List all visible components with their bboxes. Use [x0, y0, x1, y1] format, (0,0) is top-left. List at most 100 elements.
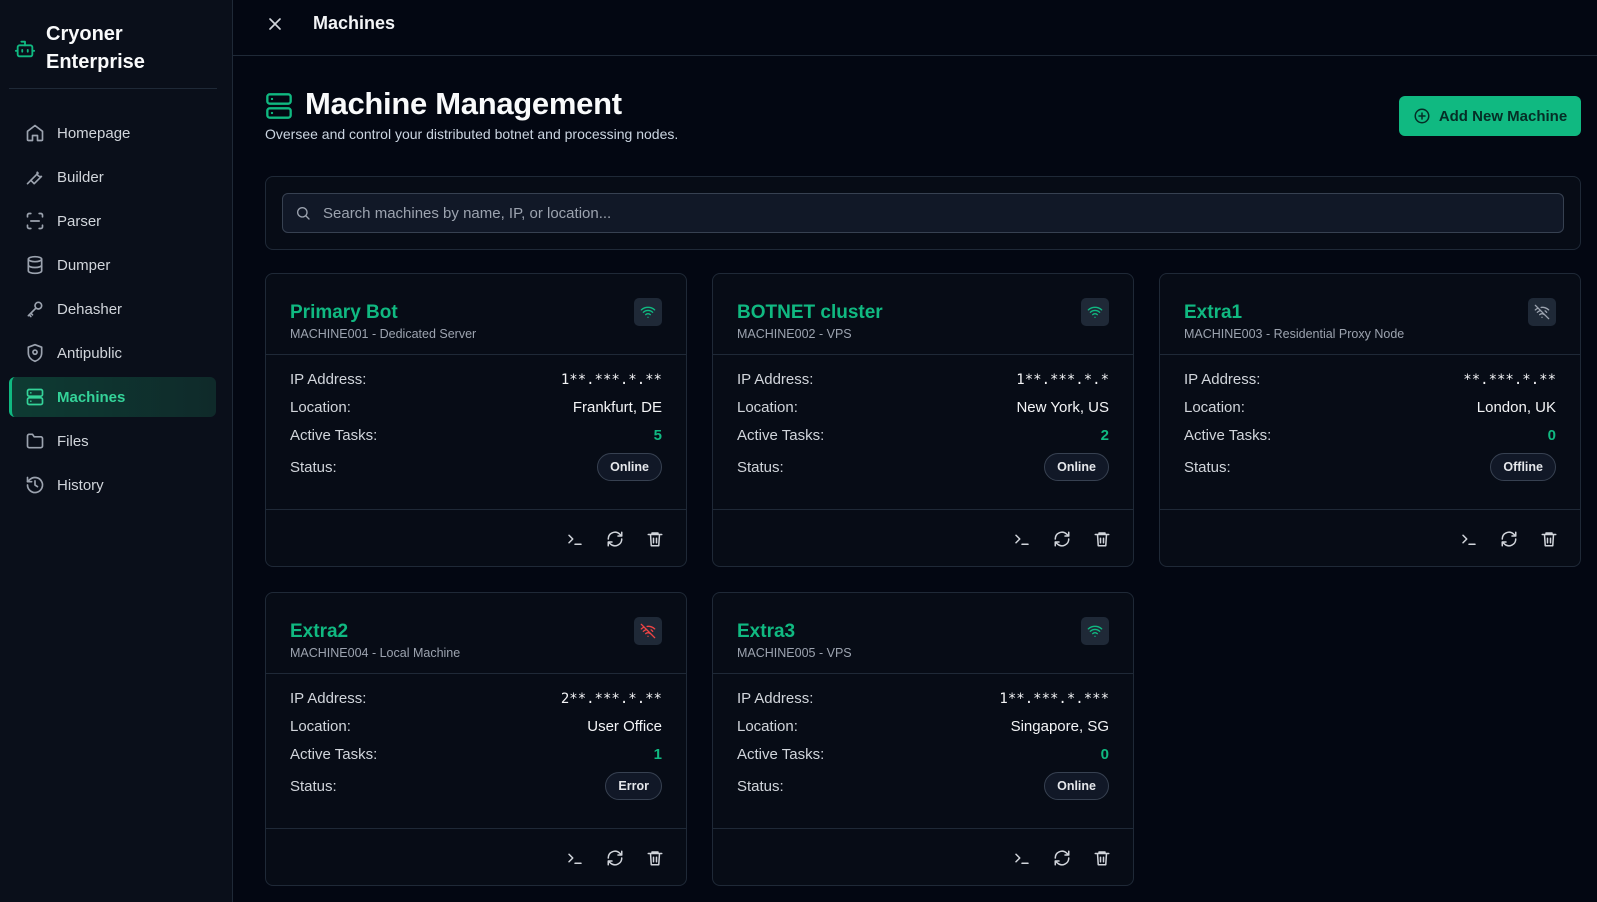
machine-meta: MACHINE004 - Local Machine: [290, 646, 461, 660]
card-actions: [1013, 849, 1111, 867]
tasks-row: Active Tasks: 1: [290, 746, 662, 763]
location-row: Location: New York, US: [737, 399, 1109, 416]
location-label: Location:: [290, 718, 351, 735]
location-label: Location:: [290, 399, 351, 416]
terminal-icon[interactable]: [566, 849, 584, 867]
sidebar-item-dehasher[interactable]: Dehasher: [9, 289, 216, 329]
ip-value: 1**.***.*.*: [1016, 371, 1109, 388]
machine-meta: MACHINE002 - VPS: [737, 327, 852, 341]
status-row: Status: Online: [290, 453, 662, 481]
machine-card: BOTNET cluster MACHINE002 - VPS IP Addre…: [712, 273, 1134, 567]
machine-card: Primary Bot MACHINE001 - Dedicated Serve…: [265, 273, 687, 567]
terminal-icon[interactable]: [1460, 530, 1478, 548]
machine-card: Extra2 MACHINE004 - Local Machine IP Add…: [265, 592, 687, 886]
tasks-label: Active Tasks:: [737, 427, 825, 444]
ip-row: IP Address: 1**.***.*.**: [290, 371, 662, 388]
search-input[interactable]: [323, 204, 1563, 222]
server-icon: [26, 388, 44, 406]
card-actions: [566, 530, 664, 548]
sidebar-item-machines[interactable]: Machines: [9, 377, 216, 417]
ip-value: 1**.***.*.***: [999, 690, 1109, 707]
refresh-icon[interactable]: [1053, 530, 1071, 548]
location-value: New York, US: [1016, 399, 1109, 416]
sidebar-item-label: Dumper: [57, 256, 111, 274]
trash-icon[interactable]: [646, 530, 664, 548]
refresh-icon[interactable]: [1053, 849, 1071, 867]
trash-icon[interactable]: [646, 849, 664, 867]
ip-row: IP Address: **.***.*.**: [1184, 371, 1556, 388]
sidebar-item-homepage[interactable]: Homepage: [9, 113, 216, 153]
terminal-icon[interactable]: [1013, 849, 1031, 867]
machine-meta: MACHINE005 - VPS: [737, 646, 852, 660]
location-row: Location: London, UK: [1184, 399, 1556, 416]
status-badge: Error: [605, 772, 662, 800]
search-box: [282, 193, 1564, 233]
status-label: Status:: [290, 458, 337, 476]
trash-icon[interactable]: [1540, 530, 1558, 548]
card-body: IP Address: 1**.***.*.** Location: Frank…: [266, 355, 686, 510]
tasks-label: Active Tasks:: [290, 746, 378, 763]
add-machine-button[interactable]: Add New Machine: [1399, 96, 1581, 136]
ip-value: 1**.***.*.**: [560, 371, 662, 388]
sidebar-item-label: Antipublic: [57, 344, 123, 362]
ip-label: IP Address:: [290, 690, 367, 707]
sidebar-item-dumper[interactable]: Dumper: [9, 245, 216, 285]
search-icon: [297, 207, 310, 220]
machine-meta: MACHINE001 - Dedicated Server: [290, 327, 477, 341]
key-icon: [27, 301, 43, 318]
location-row: Location: User Office: [290, 718, 662, 735]
topbar: Machines: [233, 0, 1597, 56]
location-value: London, UK: [1476, 399, 1556, 416]
sidebar-item-parser[interactable]: Parser: [9, 201, 216, 241]
machine-card: Extra3 MACHINE005 - VPS IP Address: 1**.…: [712, 592, 1134, 886]
home-icon: [26, 124, 44, 142]
tasks-row: Active Tasks: 0: [737, 746, 1109, 763]
close-icon[interactable]: [265, 14, 285, 34]
folder-icon: [26, 433, 44, 449]
machine-name: Extra1: [1184, 302, 1243, 323]
location-label: Location:: [737, 718, 798, 735]
refresh-icon[interactable]: [606, 849, 624, 867]
tasks-row: Active Tasks: 2: [737, 427, 1109, 444]
card-actions: [1013, 530, 1111, 548]
trash-icon[interactable]: [1093, 530, 1111, 548]
status-badge: Online: [1044, 453, 1109, 481]
sidebar-item-label: History: [57, 476, 104, 494]
terminal-icon[interactable]: [1013, 530, 1031, 548]
location-value: Frankfurt, DE: [572, 399, 662, 416]
location-value: User Office: [587, 718, 662, 735]
ip-label: IP Address:: [1184, 371, 1261, 388]
sidebar-item-files[interactable]: Files: [9, 421, 216, 461]
ip-label: IP Address:: [737, 371, 814, 388]
card-body: IP Address: 1**.***.*.*** Location: Sing…: [713, 674, 1133, 829]
refresh-icon[interactable]: [606, 530, 624, 548]
wifi-icon: [1087, 306, 1103, 318]
sidebar-item-label: Machines: [57, 388, 126, 406]
location-label: Location:: [1184, 399, 1245, 416]
machine-card: Extra1 MACHINE003 - Residential Proxy No…: [1159, 273, 1581, 567]
sidebar-item-antipublic[interactable]: Antipublic: [9, 333, 216, 373]
refresh-icon[interactable]: [1500, 530, 1518, 548]
sidebar-item-label: Dehasher: [57, 300, 123, 318]
status-label: Status:: [737, 777, 784, 795]
trash-icon[interactable]: [1093, 849, 1111, 867]
scan-icon: [26, 212, 44, 230]
tasks-value: 5: [653, 427, 662, 444]
sidebar-item-builder[interactable]: Builder: [9, 157, 216, 197]
tasks-value: 0: [1100, 746, 1109, 763]
status-label: Status:: [737, 458, 784, 476]
terminal-icon[interactable]: [566, 530, 584, 548]
ip-row: IP Address: 1**.***.*.*: [737, 371, 1109, 388]
card-body: IP Address: **.***.*.** Location: London…: [1160, 355, 1580, 510]
status-row: Status: Offline: [1184, 453, 1556, 481]
wifi-icon: [640, 306, 656, 318]
topbar-title: Machines: [313, 13, 396, 33]
sidebar-item-history[interactable]: History: [9, 465, 216, 505]
status-label: Status:: [290, 777, 337, 795]
ip-label: IP Address:: [737, 690, 814, 707]
wifi-icon: [1087, 625, 1103, 637]
tasks-label: Active Tasks:: [1184, 427, 1272, 444]
connection-badge: [634, 617, 662, 645]
location-value: Singapore, SG: [1010, 718, 1109, 735]
divider: [9, 88, 217, 89]
